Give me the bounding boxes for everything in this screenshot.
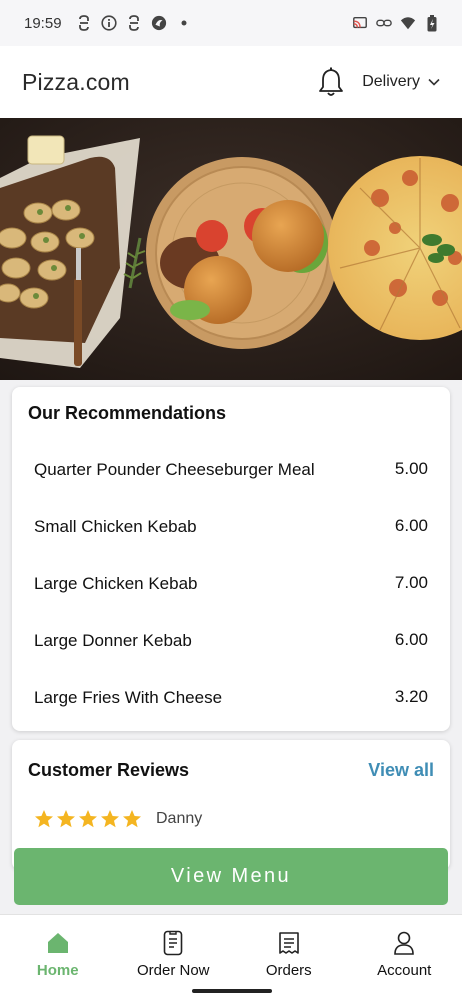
delivery-mode-dropdown[interactable]: Delivery: [362, 73, 440, 91]
recommendations-list: Quarter Pounder Cheeseburger Meal 5.00 S…: [28, 440, 434, 725]
status-bar: 19:59: [0, 0, 462, 46]
reviews-header: Customer Reviews View all: [28, 760, 434, 781]
chevron-down-icon: [428, 78, 440, 86]
nav-item-orders[interactable]: Orders: [231, 915, 347, 1000]
item-name: Large Donner Kebab: [34, 630, 192, 650]
review-item: Danny: [28, 809, 434, 829]
star-icon: [100, 809, 120, 829]
reviewer-name: Danny: [156, 810, 203, 827]
nav-label: Order Now: [136, 962, 210, 979]
recommendations-card: Our Recommendations Quarter Pounder Chee…: [12, 387, 450, 731]
star-icon: [34, 809, 54, 829]
reviews-title: Customer Reviews: [28, 760, 190, 780]
bottom-nav: Home Order Now Orders Account: [0, 914, 462, 1000]
item-price: 6.00: [394, 629, 428, 649]
list-item[interactable]: Quarter Pounder Cheeseburger Meal 5.00: [28, 440, 434, 497]
app-title: Pizza.com: [22, 68, 130, 95]
item-name: Small Chicken Kebab: [34, 516, 197, 536]
link-icon: [376, 15, 392, 31]
nav-label: Home: [36, 962, 79, 979]
browser-icon: [151, 15, 167, 31]
list-item[interactable]: Large Donner Kebab 6.00: [28, 611, 434, 668]
nav-label: Orders: [265, 962, 312, 979]
nav-item-account[interactable]: Account: [347, 915, 462, 1000]
item-price: 5.00: [394, 458, 428, 478]
hero-banner-image: [0, 118, 462, 380]
nav-item-order-now[interactable]: Order Now: [116, 915, 232, 1000]
nav-item-home[interactable]: Home: [0, 915, 116, 1000]
view-all-reviews-link[interactable]: View all: [368, 760, 434, 781]
item-name: Large Chicken Kebab: [34, 573, 198, 593]
battery-icon: [424, 14, 440, 31]
app-header: Pizza.com Delivery: [0, 46, 462, 118]
star-rating: [34, 809, 142, 829]
cast-icon: [352, 15, 368, 31]
receipt-icon: [276, 929, 302, 957]
status-right-icons: [352, 14, 440, 31]
bell-icon[interactable]: [318, 67, 344, 97]
person-icon: [391, 929, 417, 957]
view-menu-button[interactable]: View Menu: [14, 848, 448, 905]
item-price: 7.00: [394, 572, 428, 592]
info-icon: [100, 15, 117, 31]
wifi-icon: [400, 15, 416, 31]
sync-icon: [126, 15, 142, 31]
star-icon: [78, 809, 98, 829]
header-actions: Delivery: [318, 67, 440, 97]
sync-icon: [76, 15, 92, 31]
status-left-icons: [76, 15, 192, 31]
item-price: 3.20: [394, 686, 428, 706]
item-name: Quarter Pounder Cheeseburger Meal: [34, 459, 315, 479]
star-icon: [56, 809, 76, 829]
delivery-mode-label: Delivery: [362, 73, 420, 90]
list-item[interactable]: Large Fries With Cheese 3.20: [28, 668, 434, 725]
status-time: 19:59: [24, 14, 62, 32]
gesture-home-bar[interactable]: [192, 989, 272, 993]
recommendations-title: Our Recommendations: [28, 403, 227, 423]
item-name: Large Fries With Cheese: [34, 687, 223, 707]
home-icon: [45, 929, 71, 957]
list-item[interactable]: Large Chicken Kebab 7.00: [28, 554, 434, 611]
phone-order-icon: [160, 929, 186, 957]
list-item[interactable]: Small Chicken Kebab 6.00: [28, 497, 434, 554]
item-price: 6.00: [394, 515, 428, 535]
nav-label: Account: [377, 962, 432, 979]
dot-icon: [176, 15, 192, 31]
star-icon: [122, 809, 142, 829]
